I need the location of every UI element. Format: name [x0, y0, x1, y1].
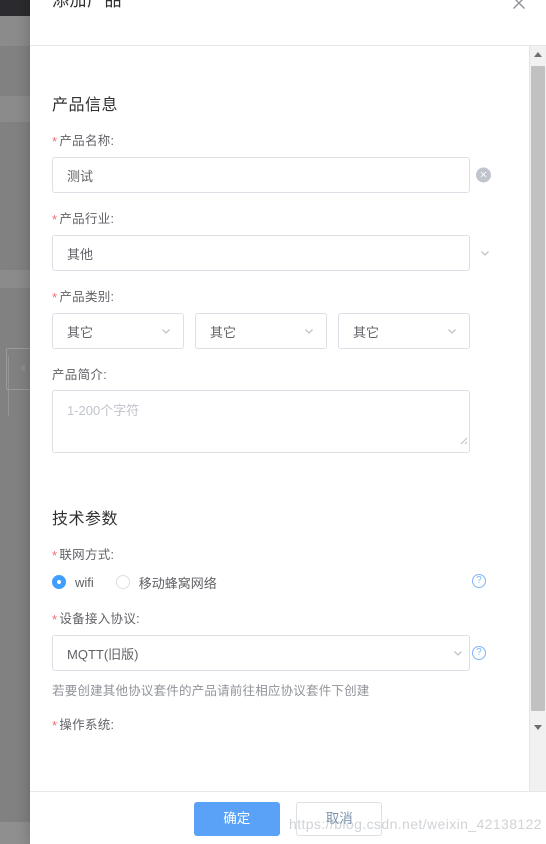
required-mark: * — [52, 134, 58, 149]
field-product-description: 产品简介: 1-200个字符 — [30, 367, 525, 453]
resize-handle-icon[interactable] — [456, 433, 468, 445]
control-network-type: wifi 移动蜂窝网络 ? — [52, 571, 503, 593]
chevron-left-icon — [20, 364, 25, 372]
section-title-tech-params: 技术参数 — [52, 511, 119, 528]
label-product-description: 产品简介: — [52, 368, 107, 382]
field-product-name: * 产品名称: 测试 × — [30, 133, 525, 193]
required-mark: * — [52, 290, 58, 305]
label-product-category: * 产品类别: — [52, 289, 503, 306]
required-mark: * — [52, 548, 58, 563]
field-operating-system: * 操作系统: — [30, 717, 525, 734]
category-select-group: 其它 其它 其它 — [52, 313, 503, 349]
label-product-name: * 产品名称: — [52, 133, 503, 150]
confirm-button[interactable]: 确定 — [193, 802, 280, 836]
radio-dot-icon — [52, 575, 66, 589]
protocol-hint-text: 若要创建其他协议套件的产品请前往相应协议套件下创建 — [52, 684, 370, 698]
device-protocol-select[interactable]: MQTT(旧版) — [52, 635, 470, 671]
required-mark: * — [52, 212, 58, 227]
control-device-protocol: MQTT(旧版) ? — [52, 635, 503, 671]
help-icon-network[interactable]: ? — [472, 574, 486, 588]
radio-cellular[interactable]: 移动蜂窝网络 — [115, 573, 217, 592]
required-mark: * — [52, 718, 58, 733]
help-icon-protocol[interactable]: ? — [472, 646, 486, 660]
chevron-down-icon — [480, 248, 490, 258]
product-name-input[interactable]: 测试 — [52, 157, 470, 193]
dialog-title: 添加产品 — [52, 0, 122, 10]
product-industry-select[interactable]: 其他 — [52, 235, 470, 271]
required-mark: * — [52, 612, 58, 627]
label-text: 产品类别: — [59, 290, 115, 304]
label-operating-system: * 操作系统: — [52, 717, 503, 734]
label-product-industry: * 产品行业: — [52, 211, 503, 228]
label-network-type: * 联网方式: — [52, 547, 503, 564]
section-title-product-info: 产品信息 — [52, 97, 119, 114]
dialog-body: 产品信息 * 产品名称: 测试 × * 产品行业: 其他 * 产品类别: 其它 … — [30, 46, 546, 791]
label-text: 产品名称: — [59, 134, 115, 148]
product-description-textarea[interactable]: 1-200个字符 — [52, 390, 470, 453]
radio-cellular-label: 移动蜂窝网络 — [138, 575, 217, 591]
form: 产品信息 * 产品名称: 测试 × * 产品行业: 其他 * 产品类别: 其它 … — [30, 46, 525, 761]
radio-wifi[interactable]: wifi — [52, 575, 94, 590]
add-product-dialog: 添加产品 产品信息 * 产品名称: 测试 × * 产品行业: 其他 * 产品类别… — [30, 0, 546, 844]
product-category-select-1[interactable]: 其它 — [52, 313, 184, 349]
control-category-2: 其它 — [195, 313, 327, 349]
scroll-down-arrow-icon[interactable] — [530, 719, 546, 736]
clear-icon[interactable]: × — [476, 167, 491, 183]
dialog-footer: 确定 取消 — [30, 791, 546, 844]
label-text: 操作系统: — [59, 718, 115, 732]
radio-wifi-label: wifi — [75, 574, 94, 590]
label-text: 联网方式: — [59, 548, 115, 562]
control-category-1: 其它 — [52, 313, 184, 349]
label-device-protocol: * 设备接入协议: — [52, 611, 503, 628]
field-device-protocol: * 设备接入协议: MQTT(旧版) ? 若要创建其他协议套件的产品请前往相应协议… — [30, 611, 525, 699]
field-product-industry: * 产品行业: 其他 — [30, 211, 525, 271]
radio-dot-icon — [115, 575, 130, 589]
scroll-up-arrow-icon[interactable] — [530, 46, 546, 63]
dialog-header: 添加产品 — [30, 0, 546, 46]
close-icon[interactable] — [510, 0, 528, 12]
network-type-radio-group: wifi 移动蜂窝网络 — [52, 571, 503, 593]
control-product-name: 测试 × — [52, 157, 503, 193]
label-text: 设备接入协议: — [59, 612, 140, 626]
screen: 添加产品 产品信息 * 产品名称: 测试 × * 产品行业: 其他 * 产品类别… — [0, 0, 546, 844]
scrollbar-thumb[interactable] — [531, 66, 545, 711]
field-product-category: * 产品类别: 其它 其它 其它 — [30, 289, 525, 349]
control-category-3: 其它 — [338, 313, 470, 349]
control-product-industry: 其他 — [52, 235, 503, 271]
dialog-scrollbar[interactable] — [529, 46, 546, 791]
cancel-button[interactable]: 取消 — [296, 802, 383, 836]
product-category-select-2[interactable]: 其它 — [195, 313, 327, 349]
product-category-select-3[interactable]: 其它 — [338, 313, 470, 349]
label-text: 产品行业: — [59, 212, 115, 226]
field-network-type: * 联网方式: wifi 移动蜂窝网络 ? — [30, 547, 525, 593]
